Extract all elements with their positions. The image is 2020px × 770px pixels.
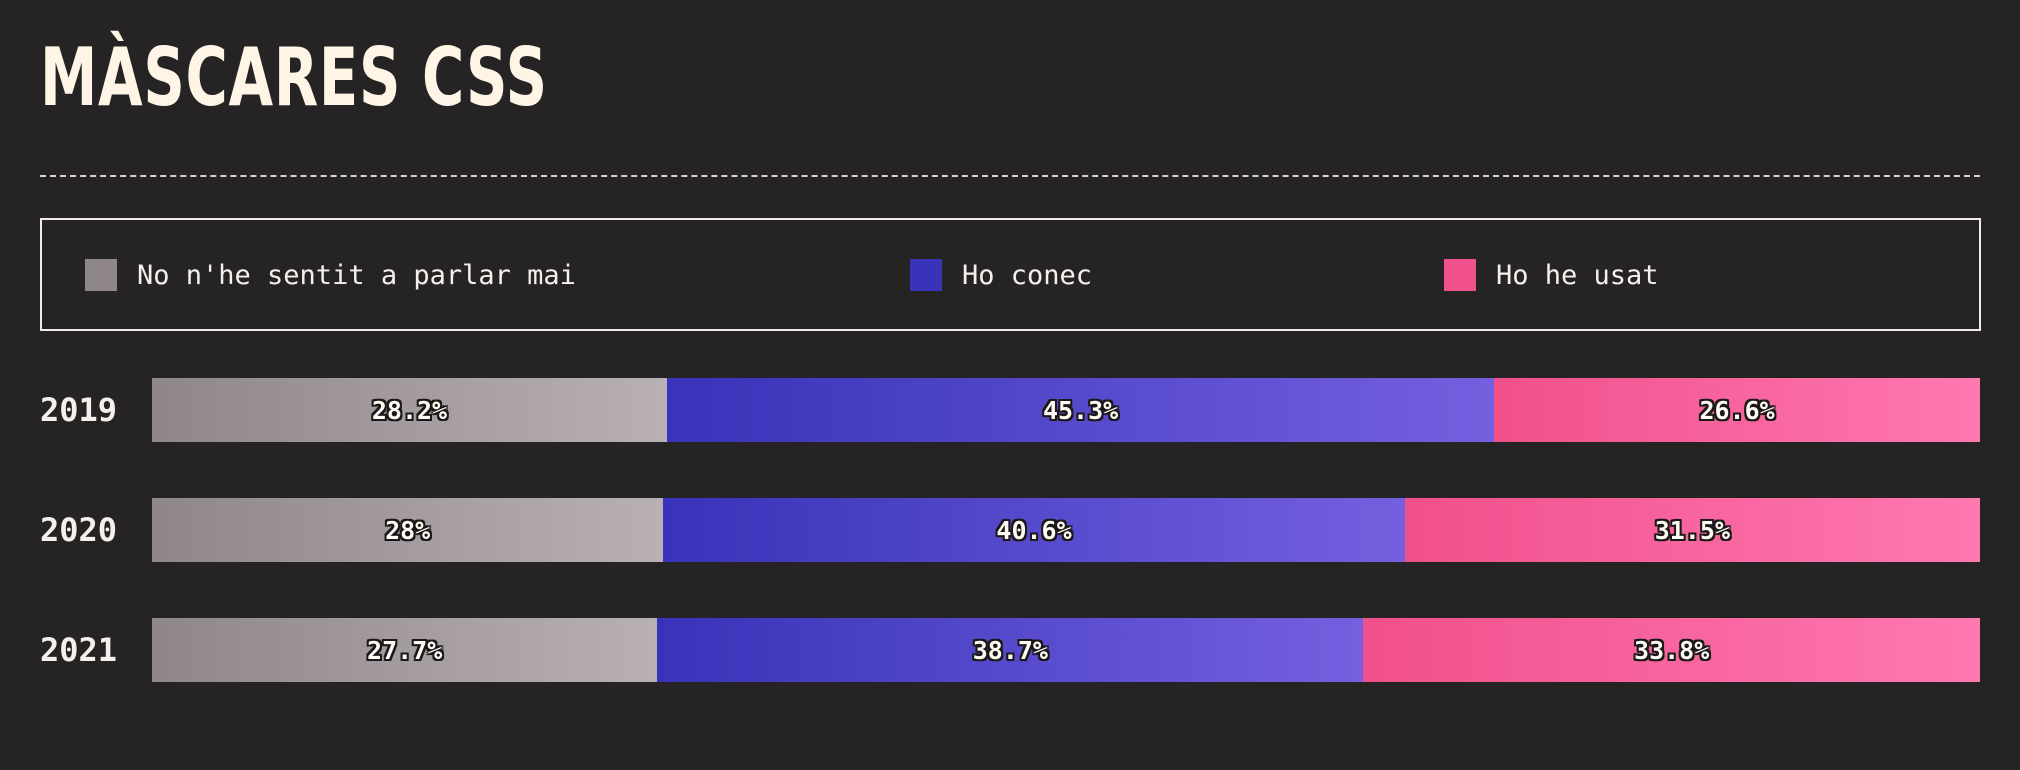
- data-label: 28.2%: [371, 395, 448, 425]
- bar-row-2020: 2020 28% 40.6% 31.5%: [0, 498, 2020, 562]
- segment-know-about[interactable]: 40.6%: [663, 498, 1405, 562]
- dashed-divider: [40, 175, 1980, 177]
- bar-row-2021: 2021 27.7% 38.7% 33.8%: [0, 618, 2020, 682]
- legend-item-used[interactable]: Ho he usat: [1444, 259, 1659, 291]
- data-label: 26.6%: [1699, 395, 1775, 425]
- segment-know-about[interactable]: 45.3%: [666, 378, 1495, 442]
- segment-used[interactable]: 33.8%: [1363, 618, 1980, 682]
- year-label: 2021: [40, 631, 118, 669]
- year-label: 2020: [40, 511, 118, 549]
- year-label: 2019: [40, 391, 118, 429]
- blue-square-icon: [910, 259, 942, 291]
- legend-item-know-about[interactable]: Ho conec: [910, 259, 1092, 291]
- chart-title: MÀSCARES CSS: [40, 31, 548, 124]
- data-label: 40.6%: [996, 515, 1072, 545]
- data-label: 38.7%: [972, 635, 1048, 665]
- segment-never-heard[interactable]: 28%: [152, 498, 664, 562]
- bar-track: 28% 40.6% 31.5%: [152, 498, 1980, 562]
- legend: No n'he sentit a parlar mai Ho conec Ho …: [40, 218, 1981, 331]
- legend-item-never-heard[interactable]: No n'he sentit a parlar mai: [85, 259, 576, 291]
- gray-square-icon: [85, 259, 117, 291]
- segment-used[interactable]: 26.6%: [1494, 378, 1980, 442]
- bar-track: 27.7% 38.7% 33.8%: [152, 618, 1980, 682]
- bar-row-2019: 2019 28.2% 45.3% 26.6%: [0, 378, 2020, 442]
- pink-square-icon: [1444, 259, 1476, 291]
- legend-label: Ho conec: [962, 259, 1093, 291]
- segment-never-heard[interactable]: 27.7%: [152, 618, 658, 682]
- segment-used[interactable]: 31.5%: [1404, 498, 1980, 562]
- segment-know-about[interactable]: 38.7%: [657, 618, 1364, 682]
- bar-track: 28.2% 45.3% 26.6%: [152, 378, 1980, 442]
- data-label: 27.7%: [367, 635, 443, 665]
- legend-label: No n'he sentit a parlar mai: [137, 259, 576, 291]
- data-label: 31.5%: [1654, 515, 1730, 545]
- legend-label: Ho he usat: [1496, 259, 1659, 291]
- data-label: 45.3%: [1042, 395, 1119, 425]
- data-label: 33.8%: [1634, 635, 1710, 665]
- segment-never-heard[interactable]: 28.2%: [152, 378, 667, 442]
- data-label: 28%: [385, 515, 431, 545]
